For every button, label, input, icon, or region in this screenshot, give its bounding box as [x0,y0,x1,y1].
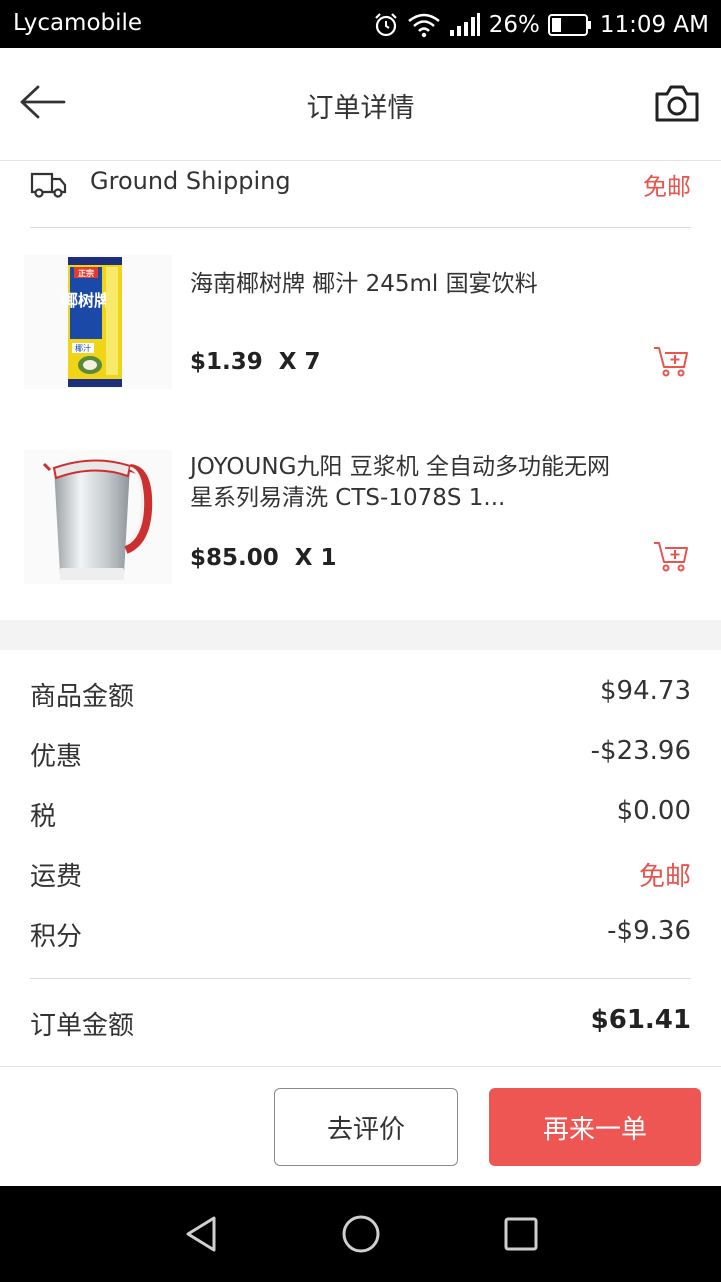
summary-divider [30,978,691,979]
product-quantity: X 7 [278,349,321,375]
summary-row-tax: 税 $0.00 [30,796,691,836]
review-button[interactable]: 去评价 [274,1088,458,1166]
add-to-cart-icon[interactable] [653,540,689,572]
summary-label: 运费 [30,862,83,892]
nav-back-icon[interactable] [183,1214,219,1254]
wifi-icon [407,13,440,38]
svg-text:椰汁: 椰汁 [75,343,91,353]
shipping-fee: 免邮 [643,173,691,201]
truck-icon [30,172,67,198]
product-name[interactable]: 海南椰树牌 椰汁 245ml 国宴饮料 [190,269,610,300]
summary-value: -$9.36 [607,916,691,946]
summary-row-shipping: 运费 免邮 [30,856,691,896]
summary-label: 优惠 [30,742,83,772]
svg-text:椰树牌: 椰树牌 [62,291,110,310]
svg-text:正宗: 正宗 [78,268,94,278]
summary-value: $94.73 [600,676,691,706]
order-total-row: 订单金额 $61.41 [30,1005,691,1045]
summary-label: 积分 [30,922,83,952]
summary-value: $0.00 [616,796,691,826]
system-nav-bar [0,1186,721,1282]
shipping-row: Ground Shipping 免邮 [30,160,691,228]
summary-row-discount: 优惠 -$23.96 [30,736,691,776]
order-total-label: 订单金额 [30,1011,135,1041]
top-app-bar: 订单详情 [0,48,721,161]
summary-value: -$23.96 [590,736,691,766]
nav-home-icon[interactable] [341,1214,381,1254]
product-quantity: X 1 [294,545,337,571]
summary-label: 商品金额 [30,682,135,712]
status-icons: 26% 11:09 AM [373,10,709,40]
summary-row-subtotal: 商品金额 $94.73 [30,676,691,716]
section-divider [0,620,721,650]
product-image-coconut-juice[interactable]: 正宗 椰树牌 椰汁 [24,255,172,389]
order-total-value: $61.41 [590,1005,691,1035]
page-title: 订单详情 [306,93,415,124]
product-item[interactable]: JOYOUNG九阳 豆浆机 全自动多功能无网星系列易清洗 CTS-1078S 1… [0,440,721,590]
add-to-cart-icon[interactable] [653,345,689,377]
summary-row-points: 积分 -$9.36 [30,916,691,956]
product-price: $85.00 [190,545,279,571]
summary-label: 税 [30,802,57,832]
product-name[interactable]: JOYOUNG九阳 豆浆机 全自动多功能无网星系列易清洗 CTS-1078S 1… [190,452,610,514]
status-bar: Lycamobile 26% 11:09 AM [0,0,721,48]
battery-percent: 26% [488,12,540,38]
carrier-name: Lycamobile [13,10,143,36]
clock: 11:09 AM [599,12,709,38]
bottom-action-bar: 去评价 再来一单 [0,1066,721,1187]
signal-icon [449,13,480,36]
product-price-qty: $85.00 X 1 [190,545,337,571]
nav-recents-icon[interactable] [503,1214,539,1254]
reorder-button[interactable]: 再来一单 [489,1088,701,1166]
camera-button[interactable] [653,82,701,126]
summary-value: 免邮 [638,862,691,892]
alarm-icon [374,13,397,37]
product-price: $1.39 [190,349,263,375]
coconut-juice-carton-image: 正宗 椰树牌 椰汁 [62,257,122,387]
product-item[interactable]: 正宗 椰树牌 椰汁 海南椰树牌 椰汁 245ml 国宴饮料 $1.39 X 7 [0,245,721,395]
product-image-soymilk-maker[interactable] [24,450,172,584]
soymilk-maker-image [42,459,153,580]
shipping-method: Ground Shipping [90,167,291,195]
battery-icon [547,14,591,36]
camera-icon [655,85,699,122]
product-price-qty: $1.39 X 7 [190,349,321,375]
